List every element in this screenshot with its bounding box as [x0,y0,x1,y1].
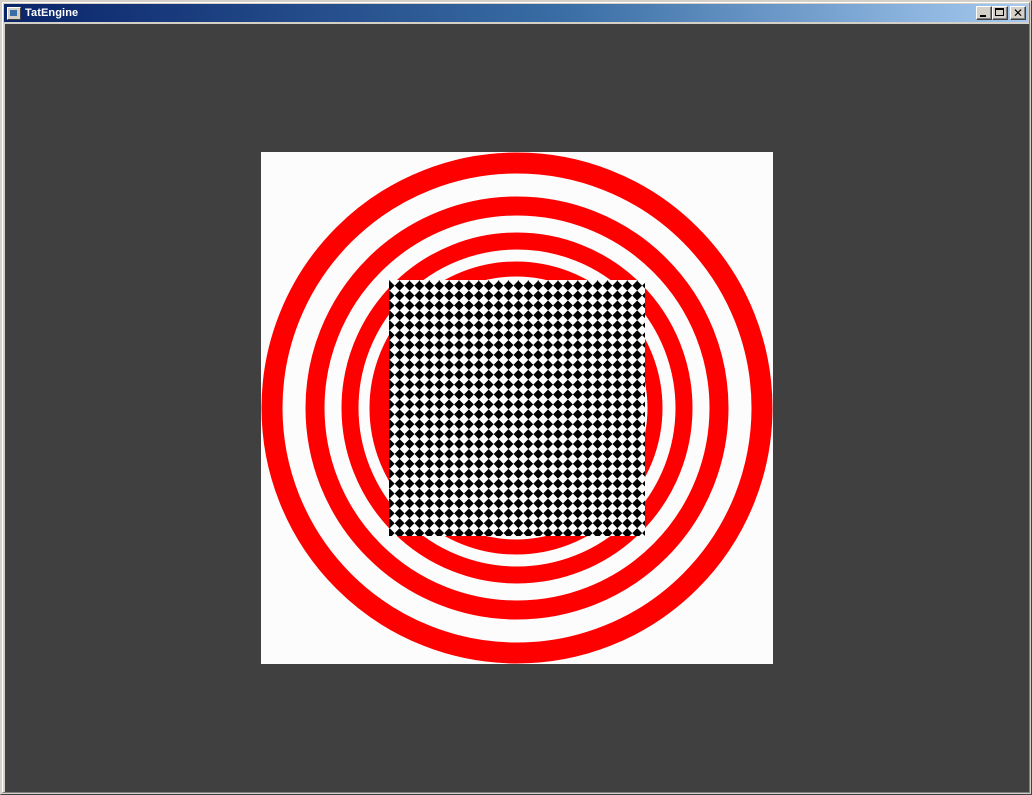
window-title: TatEngine [25,7,79,19]
minimize-icon [980,15,986,17]
maximize-icon [995,8,1004,16]
render-viewport[interactable] [5,24,1029,792]
close-button[interactable]: ✕ [1010,6,1026,20]
close-icon: ✕ [1012,6,1024,20]
minimize-button[interactable] [976,6,992,20]
maximize-button[interactable] [992,6,1008,20]
checker-quad [389,280,645,536]
scene-svg [261,152,773,664]
app-window: TatEngine ✕ [0,0,1032,795]
title-bar[interactable]: TatEngine ✕ [4,4,1028,22]
window-controls: ✕ [976,6,1026,20]
app-window-icon[interactable] [7,6,21,20]
render-canvas [261,152,773,664]
